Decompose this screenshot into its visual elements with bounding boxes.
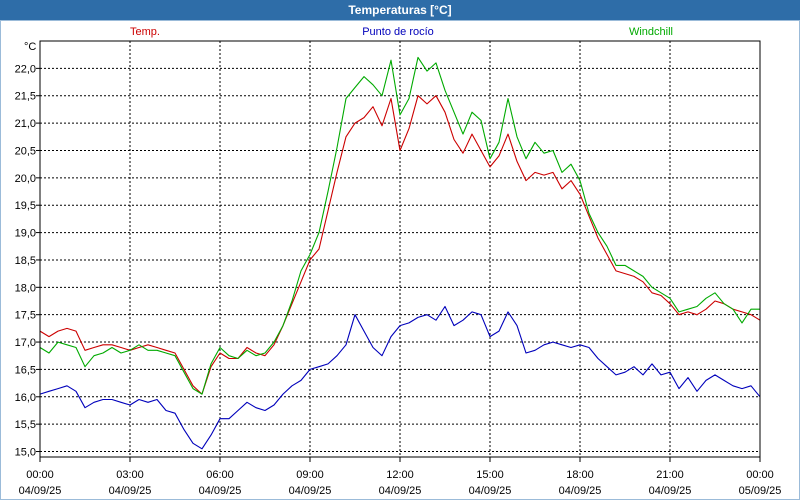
x-tick-date: 05/09/25: [739, 485, 782, 497]
x-tick-date: 04/09/25: [199, 485, 242, 497]
y-tick-label: 17,5: [15, 310, 36, 322]
y-tick-label: 16,5: [15, 364, 36, 376]
y-tick-label: 21,0: [15, 118, 36, 130]
y-tick-label: 18,5: [15, 255, 36, 267]
x-tick-date: 04/09/25: [109, 485, 152, 497]
y-tick-label: 20,5: [15, 145, 36, 157]
y-axis: 15,0 15,5 16,0 16,5 17,0 17,5 18,0 18,5 19,0 19,5…: [15, 63, 40, 459]
y-tick-label: 18,0: [15, 282, 36, 294]
x-tick-date: 04/09/25: [469, 485, 512, 497]
x-tick-time: 00:00: [26, 469, 54, 481]
y-tick-label: 22,0: [15, 63, 36, 75]
x-tick-time: 15:00: [476, 469, 504, 481]
x-tick-date: 04/09/25: [559, 485, 602, 497]
x-tick-time: 09:00: [296, 469, 324, 481]
y-tick-label: 19,5: [15, 200, 36, 212]
legend-item: Temp.: [130, 26, 160, 38]
y-tick-label: 21,5: [15, 91, 36, 103]
y-tick-label: 15,0: [15, 447, 36, 459]
y-tick-label: 16,0: [15, 392, 36, 404]
unit-label: °C: [24, 41, 36, 53]
temperature-chart: °C 15,015,516,016,517,017,518,018,519,01…: [15, 26, 782, 497]
grid: [40, 41, 760, 457]
x-axis: 00:00 04/09/25 03:00 04/09/25 06:00 04/09/25 0…: [19, 457, 782, 497]
x-tick-time: 21:00: [656, 469, 684, 481]
x-tick-date: 04/09/25: [289, 485, 332, 497]
y-tick-label: 20,0: [15, 173, 36, 185]
x-tick-time: 00:00: [746, 469, 774, 481]
y-tick-label: 17,0: [15, 337, 36, 349]
x-tick-time: 06:00: [206, 469, 234, 481]
x-tick-time: 03:00: [116, 469, 144, 481]
y-tick-label: 19,0: [15, 228, 36, 240]
x-tick-time: 18:00: [566, 469, 594, 481]
legend-item: Punto de rocío: [362, 26, 434, 38]
x-tick-date: 04/09/25: [379, 485, 422, 497]
y-tick-label: 15,5: [15, 419, 36, 431]
x-tick-time: 12:00: [386, 469, 414, 481]
x-tick-date: 04/09/25: [19, 485, 62, 497]
legend-item: Windchill: [629, 26, 673, 38]
legend: Temp. Punto de rocío Windchill: [130, 26, 673, 38]
x-tick-date: 04/09/25: [649, 485, 692, 497]
